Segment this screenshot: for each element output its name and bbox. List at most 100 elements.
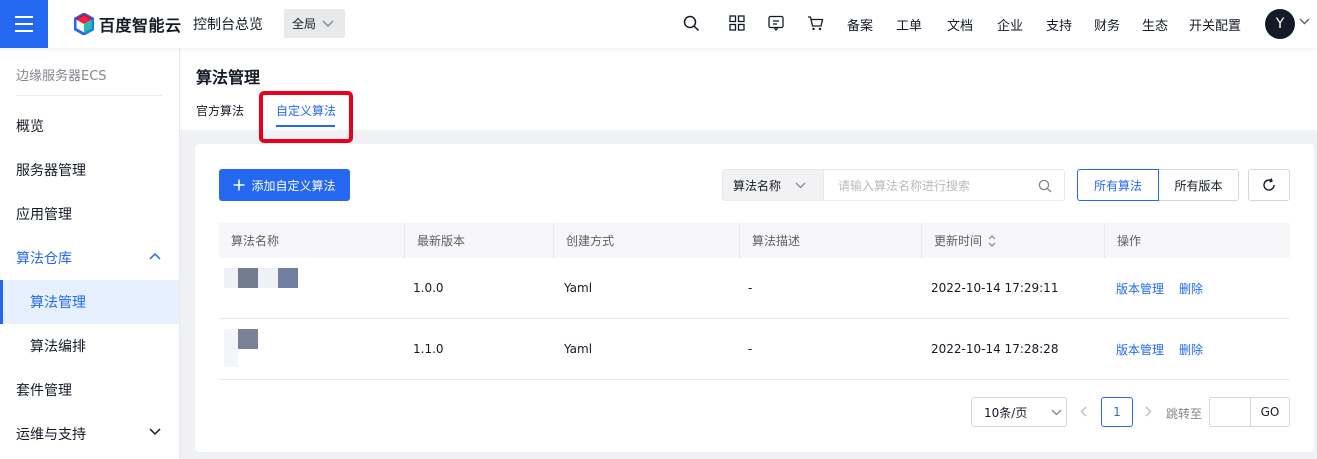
sort-icon[interactable] <box>988 234 996 247</box>
column-header-label: 更新时间 <box>934 234 983 248</box>
console-overview-link[interactable]: 控制台总览 <box>193 14 263 34</box>
go-button[interactable]: GO <box>1250 397 1290 427</box>
sidebar-item-algorithm-orchestration[interactable]: 算法编排 <box>0 324 179 368</box>
plus-icon <box>233 179 245 191</box>
cell-version: 1.0.0 <box>413 281 444 295</box>
search-field-label: 算法名称 <box>733 178 782 193</box>
jump-page-input[interactable] <box>1209 397 1251 427</box>
nav-switch-config[interactable]: 开关配置 <box>1189 15 1241 34</box>
column-header: 最新版本 <box>404 223 553 258</box>
sidebar-item-label: 算法仓库 <box>16 251 72 267</box>
sidebar-item-algorithm-repo[interactable]: 算法仓库 <box>0 236 179 280</box>
chevron-up-icon <box>149 252 161 260</box>
refresh-icon <box>1263 178 1275 191</box>
jump-to-label: 跳转至 <box>1166 407 1203 421</box>
sidebar-item-label: 算法编排 <box>30 339 86 355</box>
sidebar-item-label: 算法管理 <box>30 295 86 311</box>
nav-support[interactable]: 支持 <box>1046 15 1072 34</box>
highlight-box <box>259 91 353 143</box>
version-management-link[interactable]: 版本管理 <box>1116 341 1164 358</box>
sidebar-item-app-management[interactable]: 应用管理 <box>0 192 179 236</box>
delete-link[interactable]: 删除 <box>1179 280 1203 297</box>
brand-logo[interactable]: 百度智能云 <box>74 12 182 36</box>
page-size-label: 10条/页 <box>984 405 1028 420</box>
column-header: 创建方式 <box>553 223 739 258</box>
sidebar-item-label: 服务器管理 <box>16 163 86 179</box>
nav-ticket[interactable]: 工单 <box>896 15 922 34</box>
message-icon[interactable] <box>768 15 784 31</box>
table-row: 1.1.0 Yaml - 2022-10-14 17:28:28 版本管理 删除 <box>219 319 1290 380</box>
cell-updated: 2022-10-14 17:29:11 <box>931 281 1059 295</box>
search-field-select[interactable]: 算法名称 <box>722 169 823 201</box>
cell-method: Yaml <box>564 281 593 295</box>
sidebar-item-server-management[interactable]: 服务器管理 <box>0 148 179 192</box>
search-icon[interactable] <box>1038 179 1052 193</box>
table-header: 算法名称 最新版本 创建方式 算法描述 更新时间 操作 <box>219 223 1290 258</box>
chevron-down-icon <box>795 182 806 188</box>
chevron-right-icon[interactable] <box>1145 406 1152 417</box>
cell-method: Yaml <box>564 342 593 356</box>
redacted-name <box>238 268 258 288</box>
delete-link[interactable]: 删除 <box>1179 341 1203 358</box>
cell-description: - <box>748 281 753 295</box>
search-input[interactable]: 请输入算法名称进行搜索 <box>823 169 1065 201</box>
cell-description: - <box>748 342 753 356</box>
apps-icon[interactable] <box>729 15 745 31</box>
nav-ecosystem[interactable]: 生态 <box>1142 15 1168 34</box>
table-row: 1.0.0 Yaml - 2022-10-14 17:29:11 版本管理 删除 <box>219 258 1290 319</box>
cloud-logo-icon <box>74 13 94 35</box>
column-header: 算法名称 <box>231 234 280 248</box>
content-card: 添加自定义算法 算法名称 请输入算法名称进行搜索 所有算法 所有版本 算法名称 … <box>195 144 1314 452</box>
search-placeholder: 请输入算法名称进行搜索 <box>838 178 971 193</box>
cell-updated: 2022-10-14 17:28:28 <box>931 342 1059 356</box>
search-icon[interactable] <box>683 15 700 32</box>
chevron-down-icon[interactable] <box>1299 18 1310 25</box>
chevron-down-icon <box>322 20 334 27</box>
redacted-name <box>224 329 238 367</box>
sidebar-item-ops-support[interactable]: 运维与支持 <box>0 412 179 456</box>
sidebar-divider <box>16 95 162 96</box>
column-header: 操作 <box>1104 223 1290 258</box>
chevron-down-icon <box>149 428 161 436</box>
cart-icon[interactable] <box>807 15 824 31</box>
tab-official-algorithms[interactable]: 官方算法 <box>196 102 244 119</box>
add-button-label: 添加自定义算法 <box>251 178 336 193</box>
column-header-updated[interactable]: 更新时间 <box>921 223 1104 258</box>
sidebar-item-overview[interactable]: 概览 <box>0 104 179 148</box>
page-number-current[interactable]: 1 <box>1101 397 1133 427</box>
brand-name: 百度智能云 <box>99 16 182 35</box>
redacted-name <box>258 268 278 288</box>
sidebar-item-label: 套件管理 <box>16 383 72 399</box>
sidebar-item-label: 运维与支持 <box>16 427 86 443</box>
nav-docs[interactable]: 文档 <box>947 15 973 34</box>
sidebar-title: 边缘服务器ECS <box>16 69 107 84</box>
page-size-select[interactable]: 10条/页 <box>971 397 1067 427</box>
cell-actions: 版本管理 删除 <box>1116 319 1218 379</box>
version-management-link[interactable]: 版本管理 <box>1116 280 1164 297</box>
cell-actions: 版本管理 删除 <box>1116 258 1218 318</box>
chevron-down-icon <box>1051 409 1062 415</box>
nav-enterprise[interactable]: 企业 <box>997 15 1023 34</box>
top-bar: 百度智能云 控制台总览 全局 备案 工单 文档 企业 支持 财务 生态 开关配置… <box>0 0 1317 48</box>
sidebar: 边缘服务器ECS 概览 服务器管理 应用管理 算法仓库 算法管理 算法编排 套件… <box>0 48 180 459</box>
cell-version: 1.1.0 <box>413 342 444 356</box>
filter-all-versions-button[interactable]: 所有版本 <box>1159 169 1239 201</box>
region-label: 全局 <box>292 17 317 31</box>
chevron-left-icon[interactable] <box>1080 406 1087 417</box>
sidebar-item-label: 概览 <box>16 119 44 135</box>
filter-all-algorithms-button[interactable]: 所有算法 <box>1077 169 1159 201</box>
region-selector[interactable]: 全局 <box>284 9 345 38</box>
add-custom-algorithm-button[interactable]: 添加自定义算法 <box>219 169 350 201</box>
sidebar-item-suite-management[interactable]: 套件管理 <box>0 368 179 412</box>
sidebar-item-algorithm-management[interactable]: 算法管理 <box>0 280 179 324</box>
sidebar-item-label: 应用管理 <box>16 207 72 223</box>
nav-finance[interactable]: 财务 <box>1094 15 1120 34</box>
page-title: 算法管理 <box>196 68 261 87</box>
refresh-button[interactable] <box>1248 169 1290 201</box>
avatar[interactable]: Y <box>1265 9 1295 39</box>
nav-filing[interactable]: 备案 <box>847 15 873 34</box>
menu-icon[interactable] <box>0 0 48 48</box>
redacted-name <box>224 268 238 288</box>
redacted-name <box>238 329 258 349</box>
column-header: 算法描述 <box>739 223 921 258</box>
